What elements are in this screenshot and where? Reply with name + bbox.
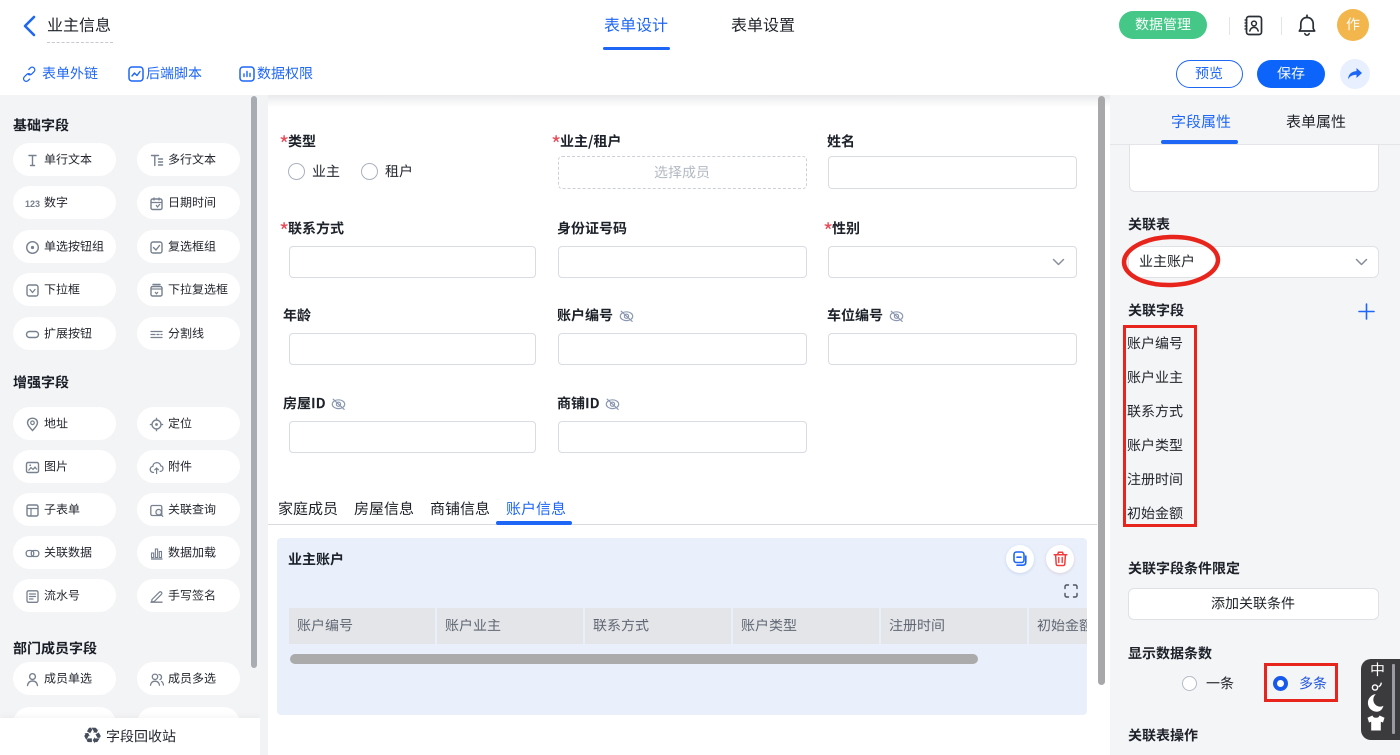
- svg-text:123: 123: [25, 199, 40, 209]
